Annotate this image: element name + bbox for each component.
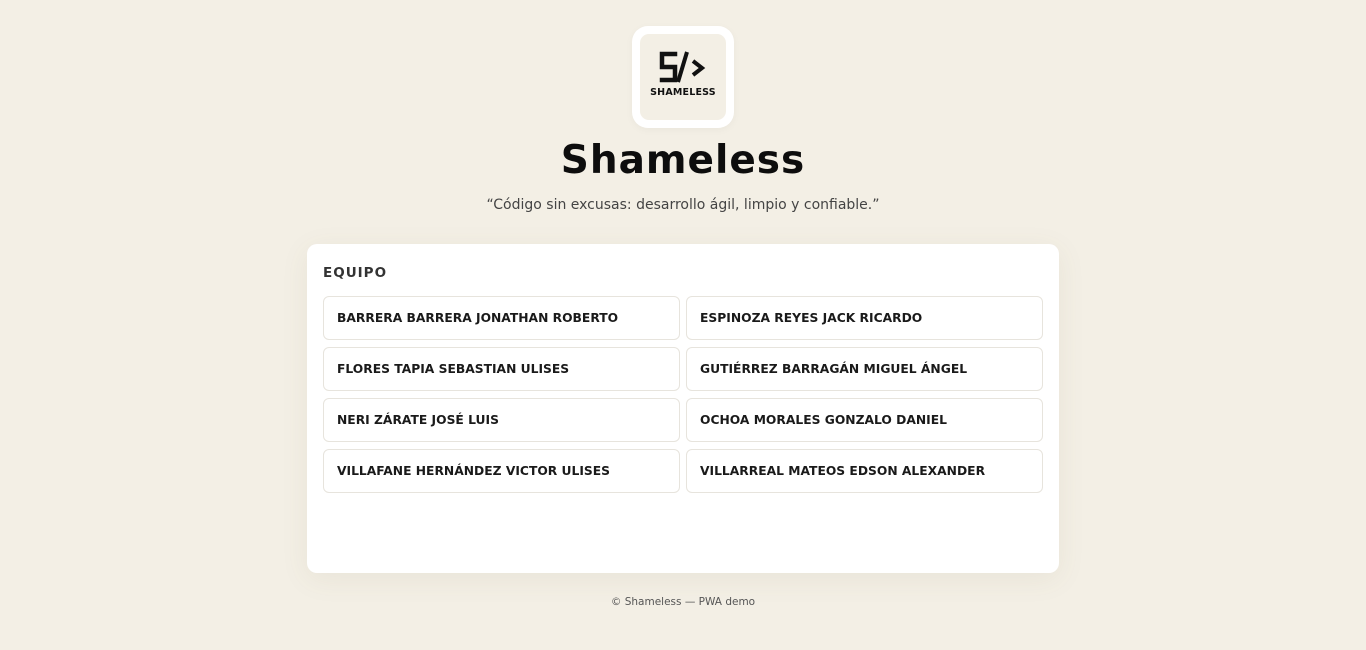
member-item: NERI ZÁRATE JOSÉ LUIS xyxy=(323,398,680,442)
app-logo: SHAMELESS xyxy=(632,26,734,128)
member-item: ESPINOZA REYES JACK RICARDO xyxy=(686,296,1043,340)
member-list: BARRERA BARRERA JONATHAN ROBERTO ESPINOZ… xyxy=(323,296,1043,493)
tagline: “Código sin excusas: desarrollo ágil, li… xyxy=(486,197,880,213)
page: SHAMELESS Shameless “Código sin excusas:… xyxy=(0,0,1366,650)
member-item: OCHOA MORALES GONZALO DANIEL xyxy=(686,398,1043,442)
member-item: BARRERA BARRERA JONATHAN ROBERTO xyxy=(323,296,680,340)
logo-badge: SHAMELESS xyxy=(640,34,726,120)
logo-text: SHAMELESS xyxy=(650,87,716,98)
member-item: VILLAFANE HERNÁNDEZ VICTOR ULISES xyxy=(323,449,680,493)
section-title: EQUIPO xyxy=(323,265,388,281)
member-item: VILLARREAL MATEOS EDSON ALEXANDER xyxy=(686,449,1043,493)
team-card: EQUIPO BARRERA BARRERA JONATHAN ROBERTO … xyxy=(307,244,1059,573)
member-item: GUTIÉRREZ BARRAGÁN MIGUEL ÁNGEL xyxy=(686,347,1043,391)
member-item: FLORES TAPIA SEBASTIAN ULISES xyxy=(323,347,680,391)
footer-text: © Shameless — PWA demo xyxy=(610,596,756,608)
page-title: Shameless xyxy=(560,138,806,183)
s-code-icon xyxy=(659,51,706,83)
